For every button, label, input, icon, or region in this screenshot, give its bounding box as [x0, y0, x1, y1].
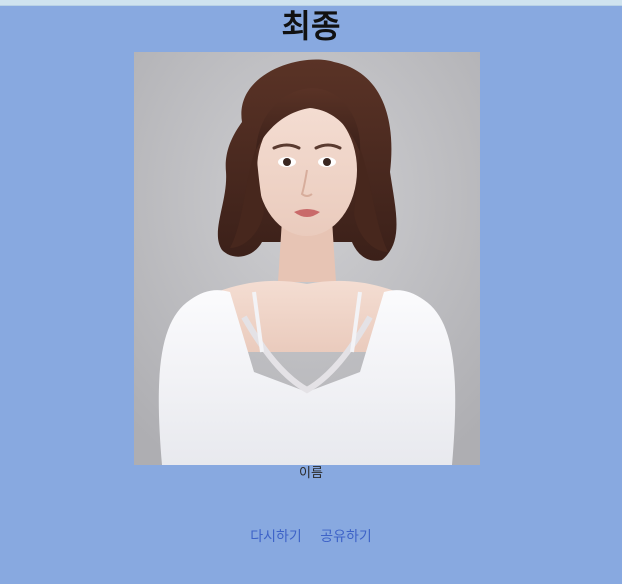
retry-link[interactable]: 다시하기	[250, 529, 302, 545]
profile-photo	[134, 52, 480, 465]
actions: 다시하기 공유하기	[0, 528, 622, 546]
person-name: 이름	[299, 466, 323, 481]
page-title: 최종	[281, 7, 341, 45]
share-link[interactable]: 공유하기	[320, 529, 372, 545]
